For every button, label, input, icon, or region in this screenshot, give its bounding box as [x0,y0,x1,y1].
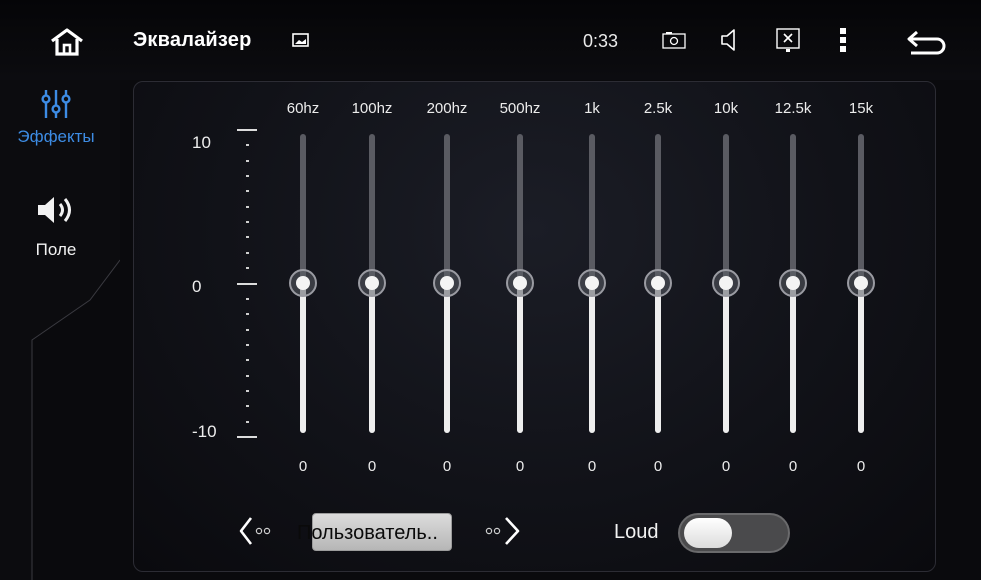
sidebar-label-field: Поле [35,240,77,259]
sidebar-label-effects: Эффекты [17,127,95,146]
value-label: 0 [788,458,798,475]
scale-minor-tick [246,144,249,147]
home-icon [51,28,83,56]
scale-minor-tick [246,159,249,162]
freq-label: 100hz [351,100,393,117]
status-bar: Эквалайзер 0:33 [0,0,981,80]
value-label: 0 [587,458,597,475]
slider-knob[interactable] [644,269,672,297]
value-label: 0 [515,458,525,475]
volume-icon[interactable] [718,28,740,52]
scale-mid-label: 0 [192,277,202,296]
scale-minor-tick [246,267,249,270]
scale-major-tick [237,283,257,285]
scale-minor-tick [246,221,249,224]
back-button[interactable] [897,25,957,59]
freq-label: 2.5k [643,100,673,117]
scale-minor-tick [246,374,249,377]
value-label: 0 [367,458,377,475]
scale-min-label: -10 [192,422,217,441]
slider-fill [369,283,375,433]
value-label: 0 [653,458,663,475]
slider-fill [589,283,595,433]
scale-max-label: 10 [192,133,211,152]
toggle-knob [684,518,732,548]
back-icon [907,30,946,55]
freq-label: 15k [848,100,874,117]
slider-knob[interactable] [506,269,534,297]
scale-minor-tick [246,343,249,346]
close-screen-icon[interactable] [775,27,801,53]
freq-label: 60hz [286,100,320,117]
value-label: 0 [442,458,452,475]
slider-knob[interactable] [712,269,740,297]
sidebar-background [0,80,120,580]
scale-minor-tick [246,405,249,408]
loud-label: Loud [614,521,659,543]
slider-knob[interactable] [847,269,875,297]
value-label: 0 [721,458,731,475]
slider-knob[interactable] [358,269,386,297]
app-title: Эквалайзер [133,29,252,51]
scale-minor-tick [246,236,249,239]
scale-major-tick [237,436,257,438]
slider-fill [858,283,864,433]
slider-knob[interactable] [289,269,317,297]
speaker-icon [38,197,71,223]
freq-label: 12.5k [774,100,812,117]
scale-minor-tick [246,389,249,392]
scale-minor-tick [246,313,249,316]
freq-label: 500hz [499,100,541,117]
prev-preset-button[interactable] [237,514,273,548]
value-label: 0 [298,458,308,475]
freq-label: 1k [584,100,600,117]
gallery-icon [292,33,309,47]
slider-fill [517,283,523,433]
equalizer-icon [41,90,71,118]
slider-fill [655,283,661,433]
scale-minor-tick [246,359,249,362]
sidebar-item-field[interactable]: Поле [0,193,112,260]
slider-knob[interactable] [433,269,461,297]
equalizer-panel: 10 0 -10 60hz 0 100hz 0 200hz 0 500hz 0 … [133,81,936,572]
freq-label: 10k [713,100,739,117]
sidebar-item-effects[interactable]: Эффекты [0,88,112,147]
scale-minor-tick [246,251,249,254]
menu-icon[interactable] [836,27,850,53]
scale-minor-tick [246,328,249,331]
slider-knob[interactable] [779,269,807,297]
slider-knob[interactable] [578,269,606,297]
value-label: 0 [856,458,866,475]
scale-minor-tick [246,175,249,178]
slider-fill [300,283,306,433]
scale-minor-tick [246,297,249,300]
scale-minor-tick [246,420,249,423]
preset-label: Пользователь.. [297,522,438,544]
loud-toggle[interactable] [678,513,790,553]
home-button[interactable] [42,22,92,62]
scale-minor-tick [246,205,249,208]
slider-fill [723,283,729,433]
next-preset-button[interactable] [484,514,524,548]
clock: 0:33 [583,31,619,51]
slider-fill [444,283,450,433]
slider-fill [790,283,796,433]
freq-label: 200hz [426,100,468,117]
screenshot-icon[interactable] [662,31,686,49]
scale-minor-tick [246,190,249,193]
sidebar: Эффекты Поле [0,80,120,580]
scale-major-tick [237,129,257,131]
